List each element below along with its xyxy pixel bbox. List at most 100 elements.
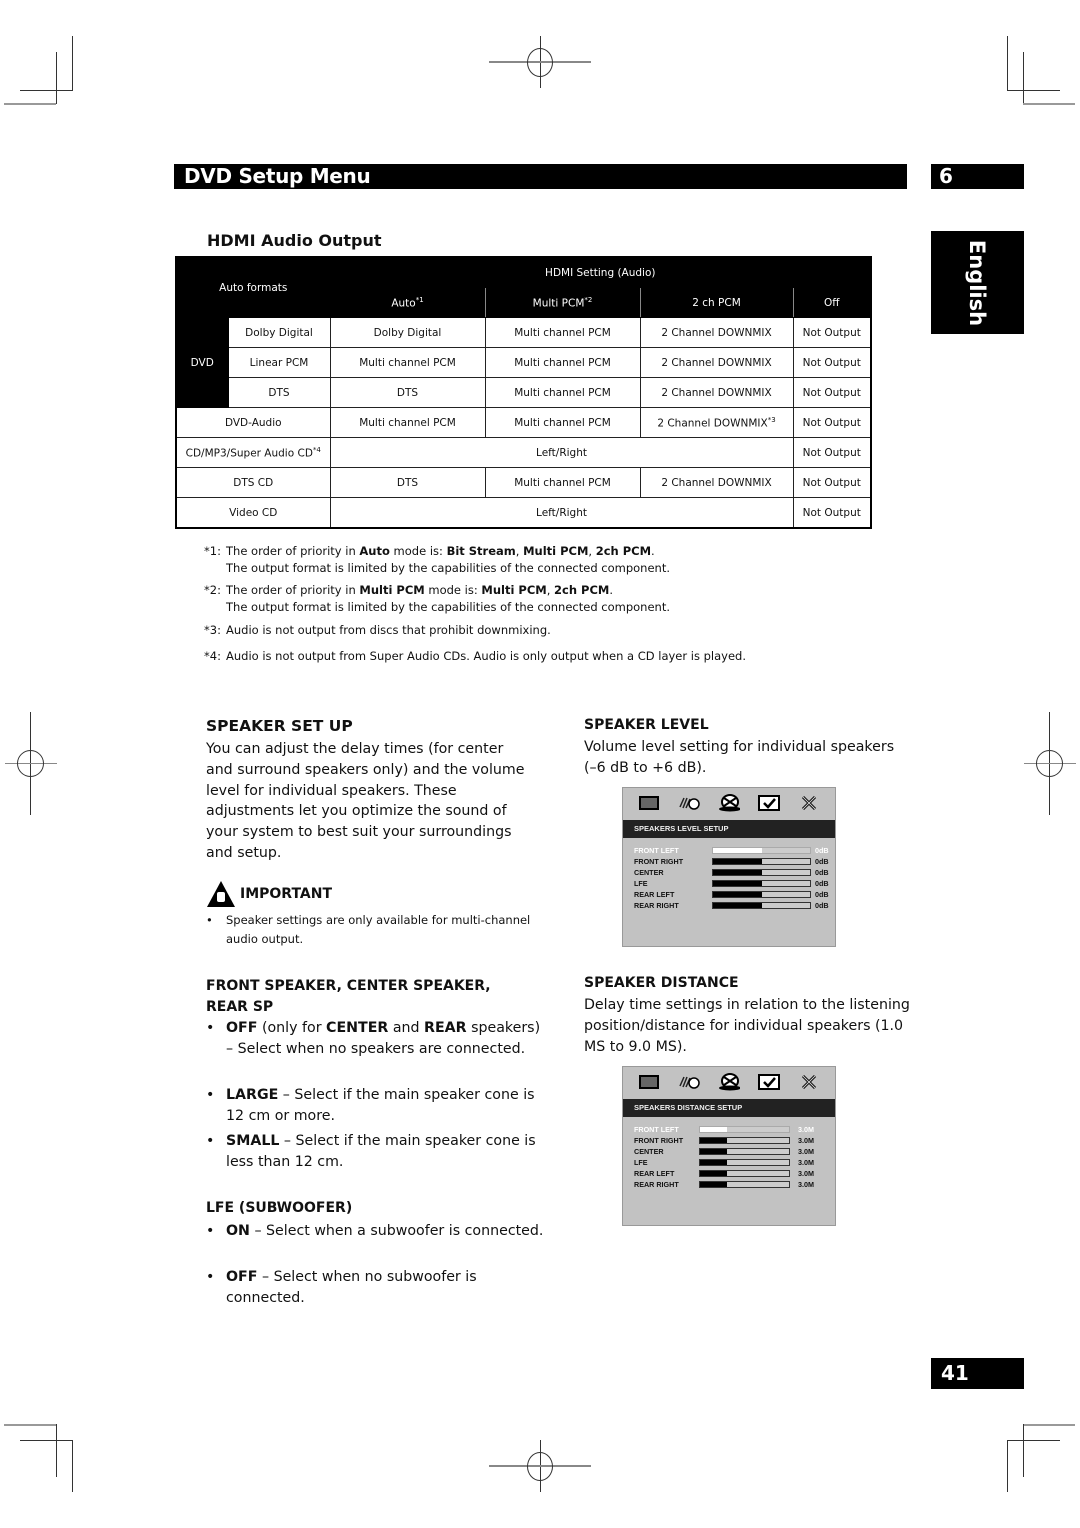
level-slider[interactable] (699, 1148, 790, 1155)
level-slider[interactable] (699, 1181, 790, 1188)
audio-icon (678, 795, 700, 811)
footnote-4: *4: Audio is not output from Super Audio … (204, 649, 746, 663)
section-title: DVD Setup Menu (184, 164, 371, 188)
speaker-setup-intro: You can adjust the delay times (for cent… (206, 741, 525, 861)
level-slider[interactable] (699, 1137, 790, 1144)
table-cell: Dolby Digital (329, 317, 486, 348)
level-slider[interactable] (712, 880, 811, 887)
level-slider[interactable] (699, 1159, 790, 1166)
speaker-value: 0dB (815, 868, 829, 877)
column-header-2ch-pcm: 2 ch PCM (639, 287, 794, 318)
table-cell: Multi channel PCM (484, 347, 641, 378)
speaker-row[interactable]: CENTER 0dB (634, 867, 835, 878)
close-icon (798, 795, 820, 811)
speaker-label: FRONT LEFT (634, 1125, 679, 1134)
osd-title: SPEAKERS LEVEL SETUP (623, 820, 835, 838)
table-row: DTS CD DTS Multi channel PCM 2 Channel D… (175, 467, 872, 498)
footnote-3: *3: Audio is not output from discs that p… (204, 623, 551, 637)
table-cell: DTS (329, 377, 486, 408)
format-cell: Dolby Digital (227, 317, 331, 348)
speaker-row[interactable]: REAR RIGHT 3.0M (634, 1179, 835, 1190)
speaker-label: LFE (634, 879, 648, 888)
speaker-value: 3.0M (798, 1147, 814, 1156)
speaker-row[interactable]: REAR LEFT 3.0M (634, 1168, 835, 1179)
level-slider[interactable] (712, 847, 811, 854)
chapter-number: 6 (931, 164, 1024, 189)
level-slider-fill (713, 892, 762, 897)
disc-icon (718, 1073, 740, 1091)
level-rows: FRONT LEFT 0dB FRONT RIGHT 0dB CENTER 0dB LFE 0… (623, 838, 835, 911)
speaker-row[interactable]: CENTER 3.0M (634, 1146, 835, 1157)
level-slider-fill (713, 903, 762, 908)
speaker-label: FRONT RIGHT (634, 1136, 684, 1145)
table-cell: 2 Channel DOWNMIX (639, 377, 794, 408)
table-cell: Multi channel PCM (484, 377, 641, 408)
table-cell: Not Output (792, 377, 872, 408)
table-cell: Not Output (792, 497, 872, 529)
level-slider[interactable] (712, 869, 811, 876)
speaker-value: 3.0M (798, 1169, 814, 1178)
speaker-label: FRONT LEFT (634, 846, 679, 855)
hdmi-audio-output-table: Auto formats HDMI Setting (Audio) Auto*1… (175, 256, 873, 529)
important-note: Speaker settings are only available for … (206, 911, 556, 949)
format-cell: CD/MP3/Super Audio CD*4 (175, 437, 331, 468)
level-slider-fill (700, 1149, 727, 1154)
speaker-row[interactable]: LFE 0dB (634, 878, 835, 889)
lfe-heading: LFE (SUBWOOFER) (206, 1200, 353, 1216)
table-cell: Multi channel PCM (484, 467, 641, 498)
speaker-label: LFE (634, 1158, 648, 1167)
table-cell: Not Output (792, 437, 872, 468)
table-cell: Not Output (792, 407, 872, 438)
table-header-row: Auto formats HDMI Setting (Audio) (175, 256, 872, 318)
speaker-level-heading: SPEAKER LEVEL (584, 717, 709, 733)
check-icon (758, 795, 780, 811)
level-slider[interactable] (712, 891, 811, 898)
table-cell: Multi channel PCM (329, 347, 486, 378)
format-cell: DVD-Audio (175, 407, 331, 438)
front-center-rear-heading: FRONT SPEAKER, CENTER SPEAKER, REAR SP (206, 978, 491, 1015)
speaker-label: FRONT RIGHT (634, 857, 684, 866)
level-slider[interactable] (712, 902, 811, 909)
audio-icon (678, 1074, 700, 1090)
speaker-label: REAR RIGHT (634, 901, 679, 910)
footnote-2: *2: The order of priority in Multi PCM mo… (204, 583, 670, 614)
speaker-row[interactable]: REAR LEFT 0dB (634, 889, 835, 900)
level-slider-fill (713, 881, 762, 886)
level-slider[interactable] (699, 1126, 790, 1133)
page-number: 41 (931, 1358, 1024, 1389)
osd-icon-bar (623, 1067, 835, 1097)
speaker-value: 0dB (815, 890, 829, 899)
speaker-row[interactable]: FRONT RIGHT 0dB (634, 856, 835, 867)
level-slider-fill (713, 848, 762, 853)
speaker-label: REAR LEFT (634, 890, 675, 899)
speaker-label: CENTER (634, 1147, 664, 1156)
level-slider-fill (713, 870, 762, 875)
table-cell: Not Output (792, 467, 872, 498)
language-label: English (965, 239, 990, 326)
speaker-row[interactable]: FRONT RIGHT 3.0M (634, 1135, 835, 1146)
speaker-row[interactable]: LFE 3.0M (634, 1157, 835, 1168)
speaker-row[interactable]: FRONT LEFT 3.0M (634, 1124, 835, 1135)
table-cell: 2 Channel DOWNMIX (639, 317, 794, 348)
format-cell: Linear PCM (227, 347, 331, 378)
level-slider[interactable] (699, 1170, 790, 1177)
table-row: DTS DTS Multi channel PCM 2 Channel DOWN… (176, 377, 872, 408)
close-icon (798, 1074, 820, 1090)
level-slider[interactable] (712, 858, 811, 865)
table-row: DVD Dolby Digital Dolby Digital Multi ch… (175, 317, 872, 408)
table-row: Linear PCM Multi channel PCM Multi chann… (176, 347, 872, 378)
table-cell: 2 Channel DOWNMIX*3 (639, 407, 794, 438)
distance-rows: FRONT LEFT 3.0M FRONT RIGHT 3.0M CENTER 3.0M L… (623, 1117, 835, 1190)
check-icon (758, 1074, 780, 1090)
speaker-value: 3.0M (798, 1125, 814, 1134)
level-slider-fill (700, 1160, 727, 1165)
display-icon (638, 795, 660, 811)
speaker-row[interactable]: REAR RIGHT 0dB (634, 900, 835, 911)
table-cell: Multi channel PCM (484, 317, 641, 348)
group-header: HDMI Setting (Audio) (329, 256, 872, 288)
table-row: DVD-Audio Multi channel PCM Multi channe… (175, 407, 872, 438)
list-item-on: ON – Select when a subwoofer is connecte… (206, 1221, 546, 1242)
speaker-row[interactable]: FRONT LEFT 0dB (634, 845, 835, 856)
dvd-group-label: DVD (175, 317, 229, 408)
speaker-value: 3.0M (798, 1180, 814, 1189)
